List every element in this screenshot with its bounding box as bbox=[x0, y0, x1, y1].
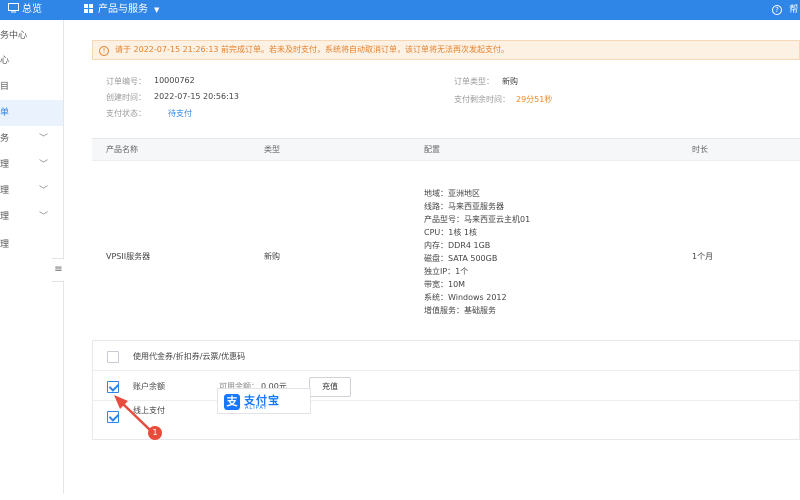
balance-row: 账户余额 可用余额： 0.00元 充值 bbox=[93, 373, 800, 401]
payment-status-value: 待支付 bbox=[168, 109, 192, 118]
config-line: 地域：亚洲地区 bbox=[424, 189, 480, 198]
grid-icon bbox=[84, 4, 93, 13]
product-name: VPSII服务器 bbox=[106, 252, 151, 261]
voucher-checkbox[interactable] bbox=[107, 351, 119, 363]
products-services-menu[interactable]: 产品与服务 ▼ bbox=[84, 0, 159, 20]
chevron-down-icon: ﹀ bbox=[38, 134, 48, 144]
overview-nav[interactable]: 总览 bbox=[8, 0, 42, 20]
overview-label: 总览 bbox=[22, 4, 42, 15]
warning-icon: ! bbox=[99, 46, 109, 56]
sidebar-item-orders[interactable]: 单 bbox=[0, 100, 63, 126]
column-header-type: 类型 bbox=[264, 145, 280, 154]
sidebar-item-label: 目 bbox=[0, 82, 10, 92]
chevron-down-icon: ﹀ bbox=[38, 212, 48, 222]
order-type-value: 新购 bbox=[502, 77, 518, 86]
sidebar-item-1[interactable]: 心 bbox=[0, 48, 63, 74]
column-header-duration: 时长 bbox=[692, 145, 708, 154]
sidebar-item-8[interactable]: 理 bbox=[0, 232, 63, 258]
sidebar-item-label: 单 bbox=[0, 108, 10, 118]
alipay-logo-icon: 支 bbox=[224, 394, 240, 410]
monitor-icon bbox=[8, 3, 19, 13]
sidebar-item-label: 理 bbox=[0, 240, 10, 250]
help-menu[interactable]: ? 帮 bbox=[772, 0, 798, 20]
recharge-button[interactable]: 充值 bbox=[309, 377, 351, 397]
sidebar-item-5[interactable]: 理 ﹀ bbox=[0, 152, 63, 178]
chevron-down-icon: ﹀ bbox=[38, 186, 48, 196]
sidebar-item-7[interactable]: 理 ﹀ bbox=[0, 204, 63, 230]
order-type-label: 订单类型： bbox=[454, 77, 494, 86]
table-header: 产品名称 类型 配置 时长 bbox=[92, 139, 800, 161]
chevron-down-icon: ﹀ bbox=[38, 160, 48, 170]
column-header-name: 产品名称 bbox=[106, 145, 138, 154]
payment-deadline-alert: ! 请于 2022-07-15 21:26:13 前完成订单。若未及时支付，系统将… bbox=[92, 40, 800, 60]
order-info: 订单编号： 10000762 创建时间： 2022-07-15 20:56:13… bbox=[92, 68, 800, 136]
column-header-config: 配置 bbox=[424, 145, 440, 154]
remaining-time-label: 支付剩余时间： bbox=[454, 95, 510, 104]
config-line: 系统：Windows 2012 bbox=[424, 293, 507, 302]
config-line: 独立IP：1个 bbox=[424, 267, 469, 276]
sidebar-item-label: 心 bbox=[0, 56, 10, 66]
config-line: 线路：马来西亚服务器 bbox=[424, 202, 504, 211]
created-time-label: 创建时间： bbox=[106, 93, 146, 102]
config-line: 磁盘：SATA 500GB bbox=[424, 254, 498, 263]
annotation-badge: 1 bbox=[148, 426, 162, 440]
main-content: ! 请于 2022-07-15 21:26:13 前完成订单。若未及时支付，系统将… bbox=[64, 20, 800, 500]
help-icon: ? bbox=[772, 5, 782, 15]
config-line: 产品型号：马来西亚云主机01 bbox=[424, 215, 531, 224]
payment-status-label: 支付状态： bbox=[106, 109, 146, 118]
alert-text: 请于 2022-07-15 21:26:13 前完成订单。若未及时支付，系统将自… bbox=[115, 45, 510, 54]
sidebar-item-6[interactable]: 理 ﹀ bbox=[0, 178, 63, 204]
sidebar-item-4[interactable]: 务 ﹀ bbox=[0, 126, 63, 152]
top-nav-bar: 总览 产品与服务 ▼ ? 帮 bbox=[0, 0, 800, 20]
sidebar-item-label: 务中心 bbox=[0, 31, 28, 41]
config-line: 带宽：10M bbox=[424, 280, 466, 289]
sidebar-item-label: 务 bbox=[0, 134, 10, 144]
order-id-label: 订单编号： bbox=[106, 77, 146, 86]
voucher-label: 使用代金券/折扣券/云票/优惠码 bbox=[133, 352, 246, 361]
product-table: 产品名称 类型 配置 时长 VPSII服务器 新购 1个月 地域：亚洲地区 线路… bbox=[92, 138, 800, 332]
sidebar-item-label: 理 bbox=[0, 186, 10, 196]
alipay-option[interactable]: 支 支付宝 ALIPAY bbox=[217, 388, 311, 414]
sidebar-item-service-center[interactable]: 务中心 bbox=[0, 24, 63, 48]
bottom-strip bbox=[0, 494, 116, 500]
sidebar-item-label: 理 bbox=[0, 160, 10, 170]
products-label: 产品与服务 bbox=[98, 4, 148, 15]
config-line: 内存：DDR4 1GB bbox=[424, 241, 491, 250]
product-config-list: 地域：亚洲地区 线路：马来西亚服务器 产品型号：马来西亚云主机01 CPU：1核… bbox=[424, 187, 530, 317]
sidebar-item-2[interactable]: 目 bbox=[0, 74, 63, 100]
payment-options: 使用代金券/折扣券/云票/优惠码 账户余额 可用余额： 0.00元 充值 线上支… bbox=[92, 340, 800, 440]
menu-icon: ≡ bbox=[54, 264, 63, 275]
order-id-value: 10000762 bbox=[154, 76, 195, 85]
voucher-row: 使用代金券/折扣券/云票/优惠码 bbox=[93, 343, 800, 371]
help-label: 帮 bbox=[789, 5, 799, 15]
created-time-value: 2022-07-15 20:56:13 bbox=[154, 92, 239, 101]
sidebar-item-label: 理 bbox=[0, 212, 10, 222]
config-line: 增值服务：基础服务 bbox=[424, 306, 496, 315]
product-duration: 1个月 bbox=[692, 252, 714, 261]
product-type: 新购 bbox=[264, 252, 280, 261]
config-line: CPU：1核 1核 bbox=[424, 228, 477, 237]
remaining-time-value: 29分51秒 bbox=[516, 95, 553, 104]
online-payment-row: 线上支付 bbox=[93, 403, 800, 431]
alipay-name-en: ALIPAY bbox=[245, 405, 268, 411]
caret-down-icon: ▼ bbox=[154, 6, 160, 14]
